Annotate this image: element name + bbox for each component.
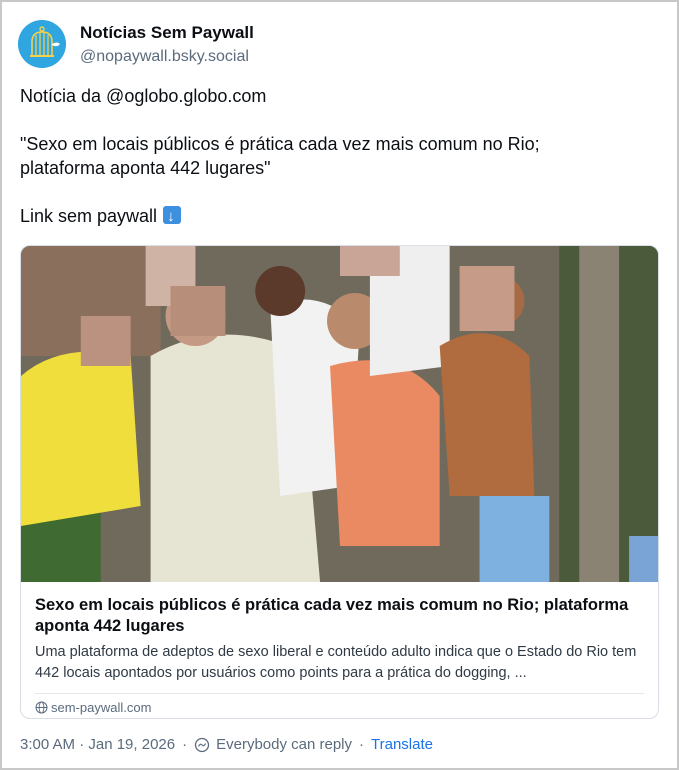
handle[interactable]: @nopaywall.bsky.social: [80, 47, 254, 67]
arrow-down-icon: [163, 205, 182, 229]
translate-link[interactable]: Translate: [371, 736, 433, 753]
link-label: Link sem paywall: [20, 206, 158, 226]
post-text-line: Notícia da @oglobo.globo.com: [20, 86, 267, 106]
separator: ·: [359, 736, 365, 753]
post-footer: 3:00 AM · Jan 19, 2026 · Everybody can r…: [20, 736, 433, 753]
separator: ·: [182, 736, 188, 753]
card-divider: [35, 693, 644, 694]
timestamp[interactable]: 3:00 AM · Jan 19, 2026: [20, 736, 175, 753]
card-title: Sexo em locais públicos é prática cada v…: [35, 596, 629, 635]
author-names: Notícias Sem Paywall @nopaywall.bsky.soc…: [80, 22, 254, 67]
globe-icon: [35, 701, 48, 714]
card-body: Sexo em locais públicos é prática cada v…: [21, 582, 658, 715]
reply-setting-icon: [194, 737, 210, 752]
post-quote-line-2: plataforma aponta 442 lugares": [20, 158, 271, 178]
card-description: Uma plataforma de adeptos de sexo libera…: [35, 644, 637, 681]
post-frame: Notícias Sem Paywall @nopaywall.bsky.soc…: [0, 0, 679, 770]
post-text: Notícia da @oglobo.globo.com "Sexo em lo…: [20, 84, 660, 229]
card-image: [21, 246, 658, 582]
post-link-line: Link sem paywall: [20, 204, 660, 229]
display-name[interactable]: Notícias Sem Paywall: [80, 22, 254, 44]
link-card[interactable]: Sexo em locais públicos é prática cada v…: [20, 245, 659, 719]
post-quote-line-1: "Sexo em locais públicos é prática cada …: [20, 134, 540, 154]
post-header: Notícias Sem Paywall @nopaywall.bsky.soc…: [18, 20, 254, 68]
avatar[interactable]: [18, 20, 66, 68]
card-domain-text: sem-paywall.com: [51, 700, 152, 715]
reply-setting[interactable]: Everybody can reply: [216, 736, 352, 753]
birdcage-icon: [18, 20, 66, 68]
card-domain: sem-paywall.com: [35, 700, 644, 715]
